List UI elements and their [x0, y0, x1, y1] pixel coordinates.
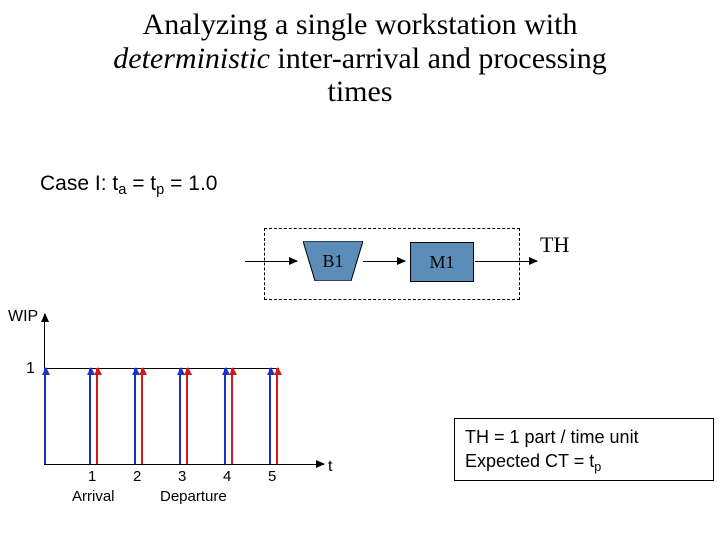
- departure-event: [276, 368, 278, 464]
- legend-departure: Departure: [160, 488, 227, 505]
- result-cycle-time: Expected CT = tp: [465, 449, 703, 473]
- throughput-label: TH: [540, 232, 569, 258]
- arrow-buffer-to-machine: [363, 261, 405, 262]
- x-tick: 2: [133, 468, 141, 485]
- title-line2-rest: inter-arrival and processing: [270, 42, 607, 75]
- workstation-boundary: B1 M1: [264, 228, 520, 300]
- arrow-output: [475, 261, 537, 262]
- x-axis-label: t: [328, 458, 332, 476]
- departure-event: [186, 368, 188, 464]
- slide-title: Analyzing a single workstation with dete…: [0, 8, 720, 109]
- arrow-input: [245, 261, 297, 262]
- ct-pre: Expected CT = t: [465, 451, 594, 471]
- case-mid: = t: [126, 172, 156, 195]
- result-throughput: TH = 1 part / time unit: [465, 425, 703, 449]
- case-rest: = 1.0: [164, 172, 217, 195]
- arrival-event: [179, 368, 181, 464]
- x-tick: 5: [268, 468, 276, 485]
- arrival-event: [134, 368, 136, 464]
- title-line3: times: [328, 75, 393, 108]
- case-label: Case I: ta = tp = 1.0: [40, 172, 217, 196]
- x-axis: [44, 464, 324, 465]
- y-tick-1: 1: [26, 360, 35, 378]
- legend-arrival: Arrival: [72, 488, 115, 505]
- x-tick: 1: [88, 468, 96, 485]
- title-line1: Analyzing a single workstation with: [143, 8, 578, 41]
- x-tick: 4: [223, 468, 231, 485]
- title-em: deterministic: [113, 42, 270, 75]
- departure-event: [231, 368, 233, 464]
- arrival-event: [269, 368, 271, 464]
- departure-event: [141, 368, 143, 464]
- slide: Analyzing a single workstation with dete…: [0, 0, 720, 540]
- y-axis-label: WIP: [8, 308, 38, 326]
- buffer-label: B1: [303, 251, 363, 272]
- wip-level-line: [45, 368, 279, 369]
- ct-sub: p: [594, 460, 601, 474]
- wip-chart: WIP 1 t 1 2 3 4 5 Arrival Departure: [8, 308, 338, 508]
- arrival-event: [89, 368, 91, 464]
- results-box: TH = 1 part / time unit Expected CT = tp: [454, 418, 714, 481]
- case-pre: Case I: t: [40, 172, 118, 195]
- departure-event: [96, 368, 98, 464]
- arrival-event: [44, 368, 46, 464]
- case-sub-p: p: [156, 182, 164, 198]
- case-sub-a: a: [118, 182, 126, 198]
- buffer-b1: B1: [303, 241, 363, 281]
- arrival-event: [224, 368, 226, 464]
- machine-m1: M1: [410, 242, 474, 282]
- x-tick: 3: [178, 468, 186, 485]
